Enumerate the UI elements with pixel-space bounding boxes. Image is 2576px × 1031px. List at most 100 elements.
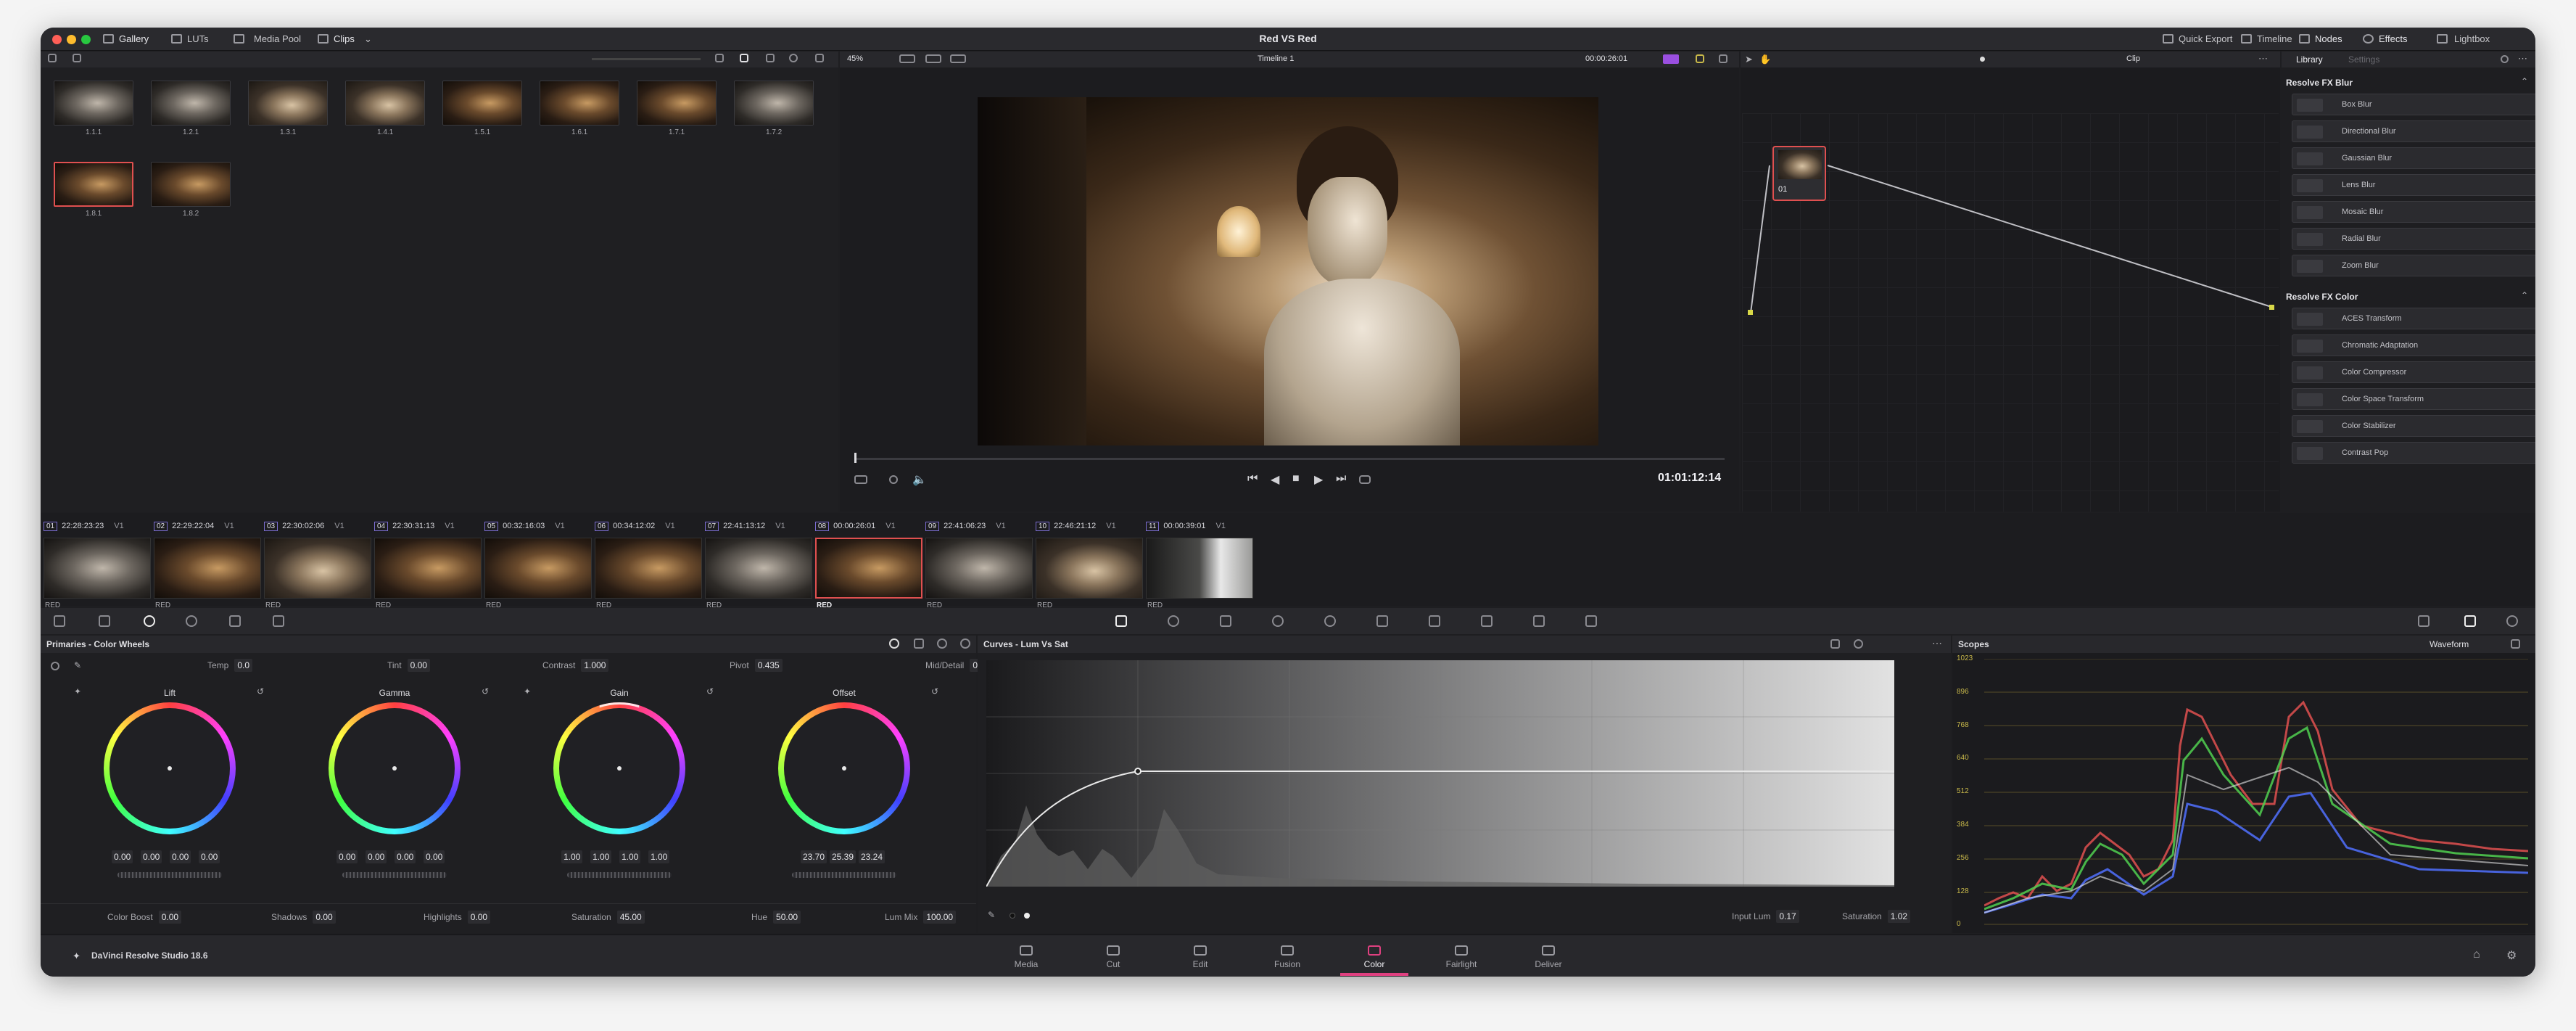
node-zoom-dot[interactable]: [1980, 57, 1985, 62]
gallery-still[interactable]: [345, 81, 425, 126]
primary-shadows-field[interactable]: Shadows 0.00: [271, 911, 336, 924]
curves-menu-icon[interactable]: ⋯: [1932, 637, 1942, 649]
wheel-reset-icon[interactable]: ↺: [482, 686, 489, 697]
gang-icon[interactable]: [1696, 54, 1704, 63]
primary-lum-mix-field[interactable]: Lum Mix 100.00: [885, 911, 957, 924]
motion-effects-icon[interactable]: [229, 615, 241, 627]
gallery-still[interactable]: [442, 81, 522, 126]
tracker-icon[interactable]: [1324, 615, 1336, 627]
fx-item[interactable]: Contrast Pop: [2292, 442, 2535, 464]
clip-thumbnail[interactable]: [1036, 538, 1143, 599]
wheel-master-slider[interactable]: [567, 872, 672, 878]
white-point-swatch[interactable]: [1024, 913, 1030, 919]
black-point-swatch[interactable]: [1010, 913, 1015, 919]
gallery-still[interactable]: [734, 81, 814, 126]
gallery-still[interactable]: [248, 81, 328, 126]
gallery-still[interactable]: [637, 81, 717, 126]
primary-color-boost-field[interactable]: Color Boost 0.00: [107, 911, 182, 924]
gallery-still[interactable]: [540, 81, 619, 126]
fx-item[interactable]: Lens Blur: [2292, 174, 2535, 196]
wheel-value[interactable]: 0.00: [424, 850, 445, 863]
stop-icon[interactable]: ■: [1292, 472, 1300, 485]
field-value[interactable]: 45.00: [616, 911, 645, 924]
wheel-value[interactable]: 23.70: [801, 850, 827, 863]
fx-item[interactable]: ACES Transform: [2292, 308, 2535, 329]
wheel-value[interactable]: 1.00: [648, 850, 670, 863]
input-lum-field[interactable]: Input Lum 0.17: [1732, 910, 1799, 923]
fullscreen-icon[interactable]: [1719, 54, 1727, 63]
wheel-value[interactable]: 25.39: [830, 850, 856, 863]
lightbox-button[interactable]: Lightbox: [2454, 33, 2490, 44]
field-value[interactable]: 0.435: [754, 659, 783, 672]
scrubber-bar[interactable]: [854, 458, 1725, 460]
collapse-chevron-icon[interactable]: ⌃: [2521, 290, 2528, 300]
node-mode-selector[interactable]: Clip: [2126, 54, 2140, 63]
wheel-reset-icon[interactable]: ↺: [706, 686, 714, 697]
fx-menu-icon[interactable]: ⋯: [2518, 53, 2527, 65]
wheel-puck[interactable]: [617, 766, 622, 771]
page-tab-deliver[interactable]: Deliver: [1523, 945, 1574, 969]
primary-highlights-field[interactable]: Highlights 0.00: [424, 911, 491, 924]
split-screen-icon[interactable]: [925, 54, 941, 63]
reset-primaries-icon[interactable]: [960, 638, 970, 649]
clip-thumbnail[interactable]: [484, 538, 592, 599]
magic-mask-icon[interactable]: [1376, 615, 1388, 627]
clip-thumbnail[interactable]: [815, 538, 922, 599]
curves-graph[interactable]: [986, 660, 1894, 887]
lift-picker-icon[interactable]: ✦: [74, 686, 81, 697]
color-match-icon[interactable]: [99, 615, 110, 627]
clip-thumbnail[interactable]: [705, 538, 812, 599]
loop-playback-icon[interactable]: [1359, 475, 1371, 484]
play-icon[interactable]: ▶: [1314, 472, 1323, 487]
effects-panel-button[interactable]: Effects: [2379, 33, 2408, 44]
fx-item[interactable]: Radial Blur: [2292, 228, 2535, 250]
timeline-panel-button[interactable]: Timeline: [2257, 33, 2292, 44]
auto-balance-icon[interactable]: [51, 662, 59, 670]
import-still-icon[interactable]: [73, 54, 81, 62]
skip-to-start-icon[interactable]: ⏮: [1247, 472, 1258, 485]
wheel-puck[interactable]: [842, 766, 846, 771]
fx-item[interactable]: Mosaic Blur: [2292, 201, 2535, 223]
fx-group-title[interactable]: Resolve FX Blur: [2286, 78, 2353, 88]
fx-item[interactable]: Chromatic Adaptation: [2292, 334, 2535, 356]
clip-thumbnail[interactable]: [595, 538, 702, 599]
playhead[interactable]: [854, 453, 856, 463]
primary-hue-field[interactable]: Hue 50.00: [751, 911, 801, 924]
color-warper-icon[interactable]: [1168, 615, 1179, 627]
wheel-value[interactable]: 0.00: [141, 850, 162, 863]
primary-saturation-field[interactable]: Saturation 45.00: [571, 911, 645, 924]
volume-icon[interactable]: 🔈: [912, 472, 927, 487]
window-icon[interactable]: [1272, 615, 1284, 627]
color-wheel-gain[interactable]: [553, 702, 685, 834]
wheel-value[interactable]: 0.00: [199, 850, 220, 863]
scope-expand-icon[interactable]: [2511, 639, 2520, 649]
wheel-value[interactable]: 0.00: [395, 850, 416, 863]
viewer-options-icon[interactable]: [854, 475, 867, 484]
wheels-mode-icon[interactable]: [889, 638, 899, 649]
qualifier-icon[interactable]: [1220, 615, 1231, 627]
wheel-master-slider[interactable]: [342, 872, 447, 878]
wheel-puck[interactable]: [168, 766, 172, 771]
bars-mode-icon[interactable]: [914, 638, 924, 649]
highlight-mode-icon[interactable]: [1663, 54, 1679, 64]
gallery-still[interactable]: [54, 81, 133, 126]
clip-thumbnail[interactable]: [154, 538, 261, 599]
field-value[interactable]: 0.00: [158, 911, 182, 924]
clip-thumbnail[interactable]: [374, 538, 482, 599]
gallery-still[interactable]: [54, 162, 133, 207]
picker-icon[interactable]: ✎: [74, 660, 81, 670]
gain-picker-icon[interactable]: ✦: [524, 686, 531, 697]
search-icon[interactable]: [789, 54, 798, 62]
settings-gear-icon[interactable]: ⚙: [2506, 948, 2517, 963]
skip-to-end-icon[interactable]: ⏭: [1336, 472, 1346, 485]
node-menu-icon[interactable]: ⋯: [2258, 53, 2268, 65]
primary-tint-field[interactable]: Tint 0.00: [387, 659, 430, 672]
quick-export-button[interactable]: Quick Export: [2179, 33, 2232, 44]
key-icon[interactable]: [1481, 615, 1493, 627]
fx-item[interactable]: Color Space Transform: [2292, 388, 2535, 410]
clip-thumbnail[interactable]: [264, 538, 371, 599]
field-value[interactable]: 50.00: [773, 911, 801, 924]
field-value[interactable]: 1.000: [581, 659, 609, 672]
hand-tool-icon[interactable]: ✋: [1759, 54, 1771, 65]
field-value[interactable]: 100.00: [923, 911, 957, 924]
